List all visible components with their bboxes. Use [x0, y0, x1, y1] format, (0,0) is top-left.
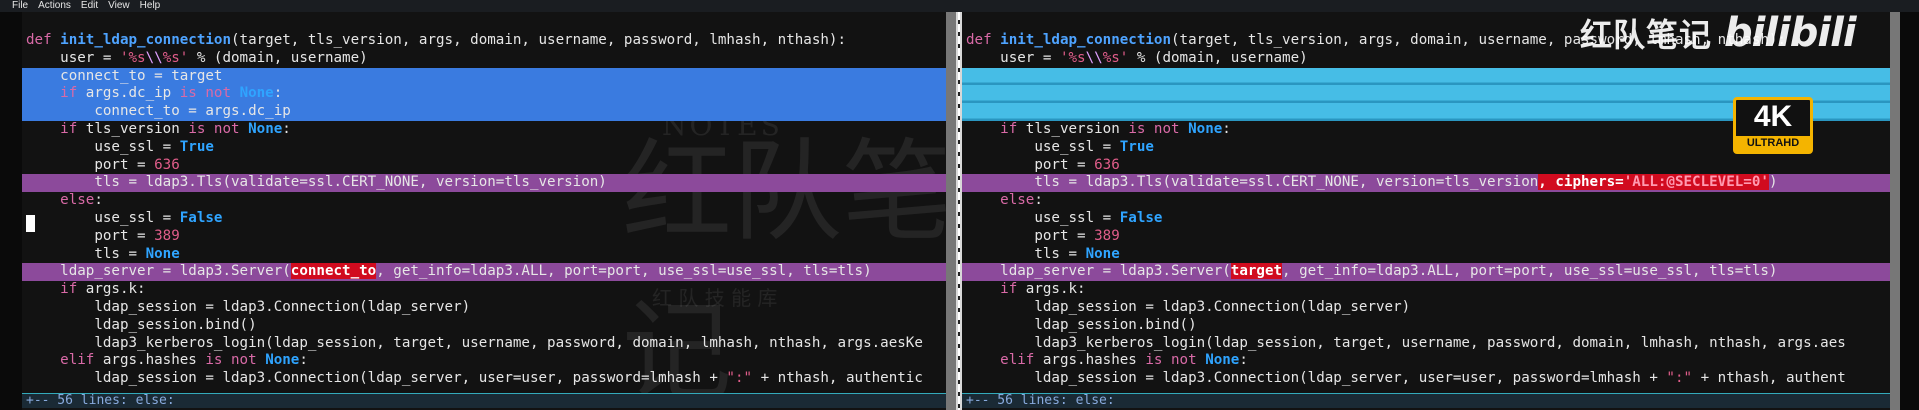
- bilibili-logo-icon: bilibili: [1724, 10, 1857, 56]
- uhd-4k-badge: 4K ULTRAHD: [1733, 97, 1813, 154]
- left-fold-marker[interactable]: +-- 56 lines: else:: [22, 393, 956, 408]
- right-code-line: else:: [1000, 192, 1043, 209]
- right-code-line: ldap_session.bind(): [966, 316, 1197, 333]
- left-code-line: connect_to = args.dc_ip: [22, 103, 956, 121]
- left-code-line: ldap_server = ldap3.Server(connect_to, g…: [22, 263, 956, 282]
- left-code-line: use_ssl = True: [26, 138, 214, 155]
- left-code-line: ldap_session = ldap3.Connection(ldap_ser…: [26, 370, 923, 387]
- left-code-line: user = '%s\\%s' % (domain, username): [26, 49, 368, 66]
- left-code-line: use_ssl = False: [26, 209, 223, 226]
- menu-view[interactable]: View: [108, 0, 130, 12]
- right-code-line: if args.k:: [1000, 281, 1086, 298]
- left-code-line: tls = ldap3.Tls(validate=ssl.CERT_NONE, …: [22, 174, 956, 193]
- left-code-lines: def init_ldap_connection(target, tls_ver…: [22, 32, 956, 388]
- right-fold-marker[interactable]: +-- 56 lines: else:: [962, 393, 1900, 408]
- left-code-line: tls = None: [26, 245, 180, 262]
- brand-text: 红队笔记: [1580, 16, 1713, 54]
- channel-brand: 红队笔记 bilibili: [1580, 10, 1857, 56]
- right-code-line: port = 389: [966, 227, 1120, 244]
- left-code-line: port = 636: [26, 156, 180, 173]
- left-code-line: if args.dc_ip is not None:: [22, 85, 956, 104]
- right-code-line: port = 636: [966, 156, 1120, 173]
- left-code-line: ldap_session.bind(): [26, 316, 257, 333]
- left-code-line: ldap_session = ldap3.Connection(ldap_ser…: [26, 298, 471, 315]
- left-code-line: elif args.hashes is not None:: [60, 352, 308, 369]
- right-code-line: elif args.hashes is not None:: [1000, 352, 1248, 369]
- badge-4k-text: 4K: [1753, 100, 1793, 133]
- left-code-line: connect_to = target: [22, 67, 956, 86]
- right-code-line: ldap_session = ldap3.Connection(ldap_ser…: [966, 298, 1411, 315]
- text-cursor: [26, 215, 35, 232]
- right-code-line: ldap3_kerberos_login(ldap_session, targe…: [966, 334, 1846, 351]
- badge-ultrahd-text: ULTRAHD: [1736, 136, 1810, 151]
- right-pane-scrollbar[interactable]: [1890, 12, 1900, 410]
- right-code-line: [962, 67, 1900, 86]
- left-code-line: def init_ldap_connection(target, tls_ver…: [26, 32, 847, 48]
- left-code-line: ldap3_kerberos_login(ldap_session, targe…: [26, 334, 923, 351]
- menu-actions[interactable]: Actions: [38, 0, 71, 12]
- right-gutter: [1900, 12, 1919, 410]
- separator-dash: [958, 12, 960, 410]
- right-code-line: ldap_session = ldap3.Connection(ldap_ser…: [966, 370, 1846, 387]
- right-code-line: tls = None: [966, 245, 1120, 262]
- right-code-line: use_ssl = False: [966, 209, 1163, 226]
- left-code-line: port = 389: [26, 227, 180, 244]
- menu-help[interactable]: Help: [140, 0, 161, 12]
- left-pane-scrollbar[interactable]: [946, 12, 956, 410]
- right-diff-pane[interactable]: def init_ldap_connection(target, tls_ver…: [962, 12, 1900, 410]
- right-code-line: ldap_server = ldap3.Server(target, get_i…: [962, 263, 1900, 282]
- left-code-line: if args.k:: [60, 281, 146, 298]
- left-gutter: [0, 12, 22, 410]
- menu-file[interactable]: File: [12, 0, 28, 12]
- left-code-line: if tls_version is not None:: [60, 120, 291, 137]
- menu-edit[interactable]: Edit: [81, 0, 98, 12]
- right-code-line: tls = ldap3.Tls(validate=ssl.CERT_NONE, …: [962, 174, 1900, 193]
- left-code-line: else:: [60, 192, 103, 209]
- left-diff-pane[interactable]: REDTEAM NOTES 红队笔记 红 队 技 能 库 def init_ld…: [22, 12, 956, 410]
- right-code-lines: def init_ldap_connection(target, tls_ver…: [962, 32, 1900, 388]
